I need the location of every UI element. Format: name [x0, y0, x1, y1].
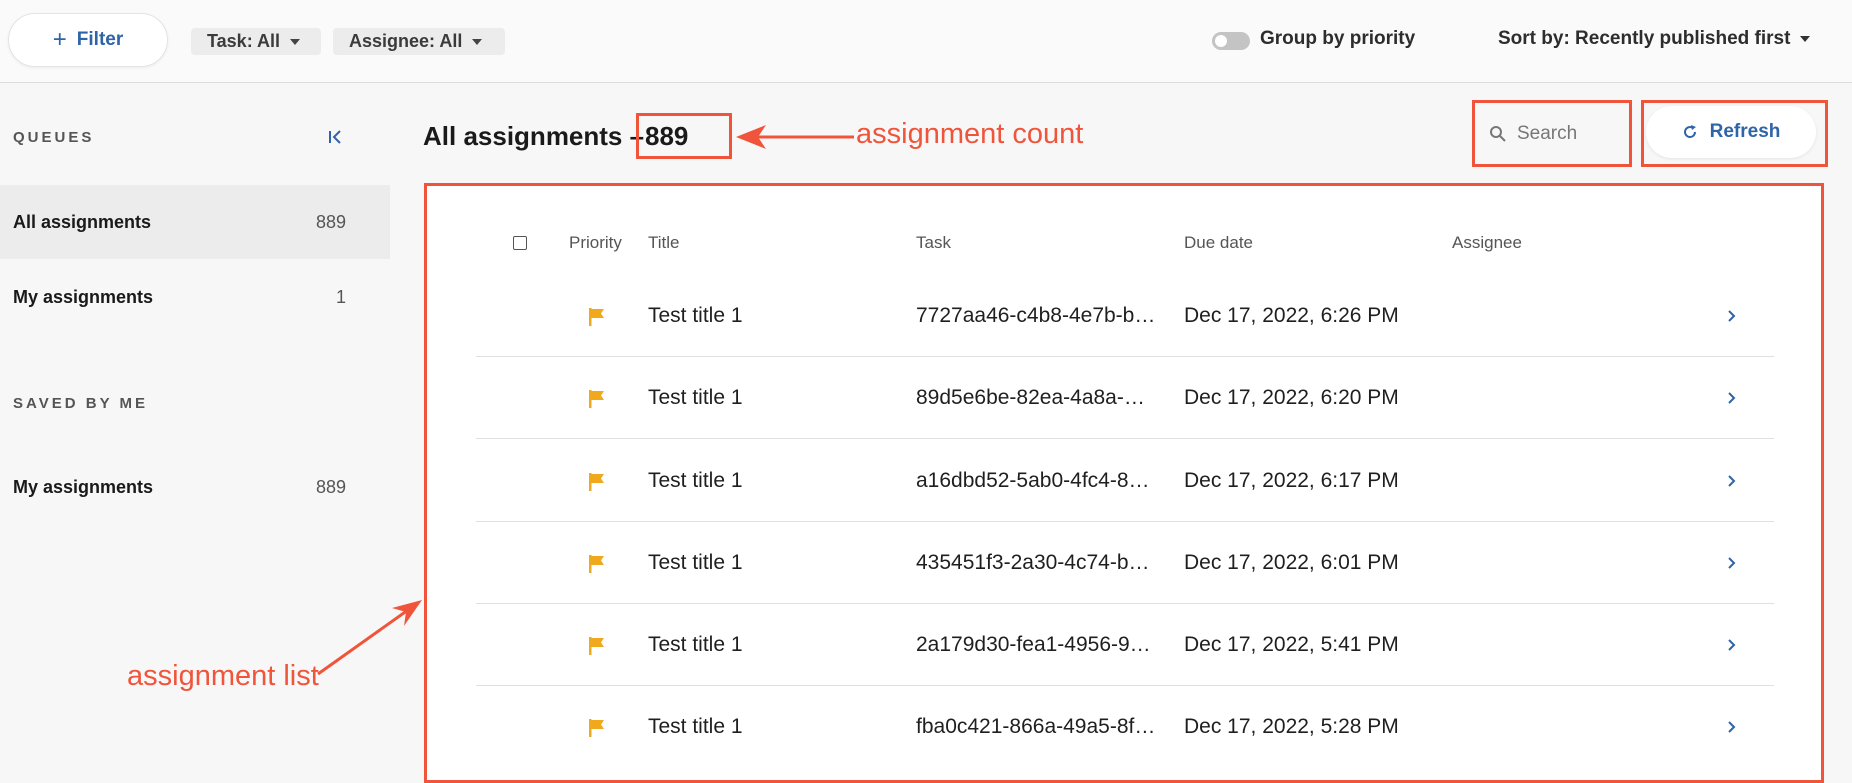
sidebar-item-all-assignments[interactable]: All assignments 889: [0, 185, 390, 259]
sort-label: Sort by: Recently published first: [1498, 28, 1791, 49]
plus-icon: +: [52, 26, 67, 53]
row-due-date: Dec 17, 2022, 5:41 PM: [1184, 633, 1399, 656]
annotation-count-label: assignment count: [856, 118, 1084, 150]
row-task: 89d5e6be-82ea-4a8a-…: [916, 386, 1145, 409]
refresh-label: Refresh: [1709, 121, 1781, 142]
column-header-assignee[interactable]: Assignee: [1452, 233, 1522, 253]
assignment-count: 889: [636, 113, 732, 159]
assignment-count-value: 889: [645, 120, 689, 151]
page-title-text: All assignments –: [423, 121, 645, 151]
sidebar-item-saved-my-assignments[interactable]: My assignments 889: [0, 450, 390, 524]
group-by-priority-label: Group by priority: [1260, 28, 1416, 49]
row-due-date: Dec 17, 2022, 5:28 PM: [1184, 715, 1399, 738]
row-task: fba0c421-866a-49a5-8f…: [916, 715, 1156, 738]
priority-flag-icon: [589, 473, 604, 491]
caret-down-icon: [290, 38, 301, 45]
caret-down-icon: [1800, 36, 1811, 42]
refresh-icon: [1683, 125, 1696, 138]
row-title: Test title 1: [648, 633, 743, 656]
search-placeholder: Search: [1517, 122, 1578, 144]
annotation-arrow-count: [736, 125, 854, 149]
priority-flag-icon: [589, 308, 604, 326]
priority-flag-icon: [589, 719, 604, 737]
refresh-button[interactable]: Refresh: [1646, 106, 1816, 158]
chevron-right-icon[interactable]: [1724, 554, 1738, 572]
sort-dropdown[interactable]: Sort by: Recently published first: [1498, 28, 1811, 50]
chevron-right-icon[interactable]: [1724, 389, 1738, 407]
row-due-date: Dec 17, 2022, 6:26 PM: [1184, 304, 1399, 327]
annotation-list-label: assignment list: [127, 660, 319, 692]
row-task: 2a179d30-fea1-4956-9…: [916, 633, 1151, 656]
top-toolbar: + Filter Task: All Assignee: All Group b…: [0, 0, 1852, 83]
filter-button[interactable]: + Filter: [8, 13, 168, 67]
page-title: All assignments –: [423, 121, 644, 152]
priority-flag-icon: [589, 390, 604, 408]
select-all-checkbox[interactable]: [513, 236, 527, 250]
priority-flag-icon: [589, 555, 604, 573]
column-header-task[interactable]: Task: [916, 233, 951, 253]
priority-flag-icon: [589, 637, 604, 655]
search-icon: [1490, 125, 1506, 142]
caret-down-icon: [472, 38, 483, 45]
table-row[interactable]: Test title 1 fba0c421-866a-49a5-8f… Dec …: [476, 686, 1774, 768]
queues-section-label: QUEUES: [13, 129, 95, 146]
row-divider: [476, 438, 1774, 439]
sidebar-item-label: My assignments: [13, 476, 154, 497]
search-input[interactable]: Search: [1472, 100, 1632, 167]
group-by-priority-toggle[interactable]: [1212, 32, 1250, 50]
column-header-title[interactable]: Title: [648, 233, 680, 253]
task-chip-label: Task: All: [207, 31, 281, 51]
table-row[interactable]: Test title 1 2a179d30-fea1-4956-9… Dec 1…: [476, 604, 1774, 686]
toggle-knob: [1215, 35, 1227, 47]
sidebar-item-count: 889: [315, 476, 346, 497]
column-header-due-date[interactable]: Due date: [1184, 233, 1253, 253]
sidebar-item-my-assignments[interactable]: My assignments 1: [0, 260, 390, 334]
assignee-chip-label: Assignee: All: [349, 31, 463, 51]
row-task: 7727aa46-c4b8-4e7b-b…: [916, 304, 1156, 327]
row-title: Test title 1: [648, 715, 743, 738]
sidebar-item-count: 1: [335, 286, 346, 307]
task-filter-chip[interactable]: Task: All: [191, 28, 321, 55]
row-title: Test title 1: [648, 469, 743, 492]
row-due-date: Dec 17, 2022, 6:20 PM: [1184, 386, 1399, 409]
row-task: 435451f3-2a30-4c74-b…: [916, 551, 1150, 574]
saved-section-label: SAVED BY ME: [13, 395, 148, 412]
row-title: Test title 1: [648, 304, 743, 327]
annotation-arrow-list: [317, 600, 422, 676]
sidebar-item-label: My assignments: [13, 286, 154, 307]
collapse-sidebar-icon[interactable]: [326, 127, 346, 147]
table-row[interactable]: Test title 1 7727aa46-c4b8-4e7b-b… Dec 1…: [476, 275, 1774, 357]
sidebar-item-count: 889: [315, 211, 346, 232]
row-due-date: Dec 17, 2022, 6:01 PM: [1184, 551, 1399, 574]
row-task: a16dbd52-5ab0-4fc4-8…: [916, 469, 1150, 492]
chevron-right-icon[interactable]: [1724, 307, 1738, 325]
chevron-right-icon[interactable]: [1724, 472, 1738, 490]
chevron-right-icon[interactable]: [1724, 636, 1738, 654]
sidebar-item-label: All assignments: [13, 211, 152, 232]
row-title: Test title 1: [648, 386, 743, 409]
table-row[interactable]: Test title 1 89d5e6be-82ea-4a8a-… Dec 17…: [476, 357, 1774, 439]
table-row[interactable]: Test title 1 a16dbd52-5ab0-4fc4-8… Dec 1…: [476, 440, 1774, 522]
row-title: Test title 1: [648, 551, 743, 574]
row-due-date: Dec 17, 2022, 6:17 PM: [1184, 469, 1399, 492]
column-header-priority[interactable]: Priority: [569, 233, 622, 253]
table-row[interactable]: Test title 1 435451f3-2a30-4c74-b… Dec 1…: [476, 522, 1774, 604]
filter-label: Filter: [76, 29, 124, 50]
chevron-right-icon[interactable]: [1724, 718, 1738, 736]
assignee-filter-chip[interactable]: Assignee: All: [333, 28, 505, 55]
